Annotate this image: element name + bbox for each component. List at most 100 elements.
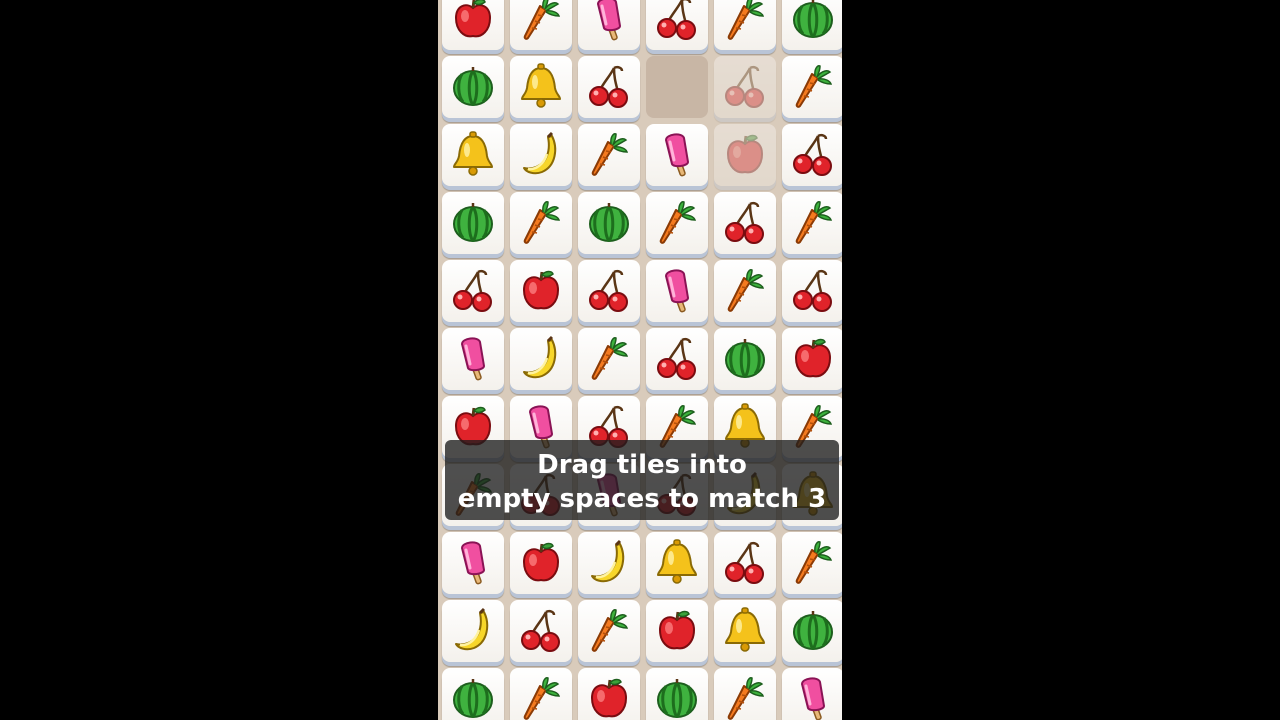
tile-apple[interactable]: [510, 260, 572, 322]
carrot-icon: [788, 198, 838, 248]
tile-carrot[interactable]: [578, 600, 640, 662]
tile-popsicle[interactable]: [578, 0, 640, 50]
cherry-icon: [448, 266, 498, 316]
apple-icon: [720, 130, 770, 180]
cherry-icon: [788, 130, 838, 180]
tile-watermelon[interactable]: [442, 668, 504, 720]
carrot-icon: [584, 606, 634, 656]
cherry-icon: [652, 334, 702, 384]
tile-cherry[interactable]: [782, 124, 842, 186]
tile-carrot[interactable]: [714, 668, 776, 720]
tile-cherry[interactable]: [578, 56, 640, 118]
tile-carrot[interactable]: [510, 0, 572, 50]
tile-popsicle[interactable]: [442, 328, 504, 390]
tile-banana[interactable]: [510, 328, 572, 390]
carrot-icon: [720, 0, 770, 44]
carrot-icon: [516, 0, 566, 44]
carrot-icon: [584, 130, 634, 180]
tile-bell[interactable]: [442, 124, 504, 186]
carrot-icon: [788, 62, 838, 112]
tile-banana[interactable]: [578, 532, 640, 594]
tile-carrot[interactable]: [510, 668, 572, 720]
tile-watermelon[interactable]: [442, 192, 504, 254]
tile-watermelon[interactable]: [782, 0, 842, 50]
tile-banana[interactable]: [442, 600, 504, 662]
watermelon-icon: [720, 334, 770, 384]
apple-icon: [584, 674, 634, 720]
cherry-icon: [720, 62, 770, 112]
watermelon-icon: [652, 674, 702, 720]
popsicle-icon: [788, 674, 838, 720]
bell-icon: [652, 538, 702, 588]
carrot-icon: [516, 198, 566, 248]
tile-cherry[interactable]: [714, 532, 776, 594]
tile-bell[interactable]: [646, 532, 708, 594]
tile-watermelon[interactable]: [442, 56, 504, 118]
popsicle-icon: [584, 0, 634, 44]
empty-tile-slot[interactable]: [646, 56, 708, 118]
watermelon-icon: [448, 62, 498, 112]
tile-cherry[interactable]: [646, 328, 708, 390]
tile-carrot[interactable]: [578, 328, 640, 390]
tile-popsicle[interactable]: [646, 124, 708, 186]
tile-carrot[interactable]: [578, 124, 640, 186]
carrot-icon: [584, 334, 634, 384]
tile-cherry[interactable]: [714, 56, 776, 118]
tile-cherry[interactable]: [578, 260, 640, 322]
watermelon-icon: [584, 198, 634, 248]
carrot-icon: [720, 674, 770, 720]
tile-cherry[interactable]: [646, 0, 708, 50]
tile-popsicle[interactable]: [442, 532, 504, 594]
tile-apple[interactable]: [782, 328, 842, 390]
tile-watermelon[interactable]: [714, 328, 776, 390]
tutorial-caption: Drag tiles into empty spaces to match 3: [445, 440, 839, 520]
popsicle-icon: [448, 334, 498, 384]
cherry-icon: [584, 62, 634, 112]
tile-watermelon[interactable]: [578, 192, 640, 254]
carrot-icon: [516, 674, 566, 720]
apple-icon: [516, 538, 566, 588]
tile-watermelon[interactable]: [782, 600, 842, 662]
tile-cherry[interactable]: [510, 600, 572, 662]
tile-cherry[interactable]: [782, 260, 842, 322]
popsicle-icon: [652, 130, 702, 180]
tile-bell[interactable]: [510, 56, 572, 118]
cherry-icon: [720, 198, 770, 248]
bell-icon: [516, 62, 566, 112]
tile-bell[interactable]: [714, 600, 776, 662]
tile-apple[interactable]: [442, 0, 504, 50]
tile-apple[interactable]: [714, 124, 776, 186]
tile-cherry[interactable]: [714, 192, 776, 254]
tile-cherry[interactable]: [442, 260, 504, 322]
cherry-icon: [788, 266, 838, 316]
tile-apple[interactable]: [578, 668, 640, 720]
tile-carrot[interactable]: [510, 192, 572, 254]
bell-icon: [720, 606, 770, 656]
carrot-icon: [788, 538, 838, 588]
tile-watermelon[interactable]: [646, 668, 708, 720]
banana-icon: [584, 538, 634, 588]
tile-carrot[interactable]: [714, 0, 776, 50]
watermelon-icon: [788, 0, 838, 44]
carrot-icon: [652, 198, 702, 248]
apple-icon: [652, 606, 702, 656]
tile-banana[interactable]: [510, 124, 572, 186]
banana-icon: [448, 606, 498, 656]
bell-icon: [448, 130, 498, 180]
tile-popsicle[interactable]: [782, 668, 842, 720]
tile-apple[interactable]: [510, 532, 572, 594]
tile-carrot[interactable]: [646, 192, 708, 254]
tile-carrot[interactable]: [782, 532, 842, 594]
tile-carrot[interactable]: [782, 192, 842, 254]
tile-popsicle[interactable]: [646, 260, 708, 322]
watermelon-icon: [448, 198, 498, 248]
popsicle-icon: [448, 538, 498, 588]
tile-apple[interactable]: [646, 600, 708, 662]
tile-carrot[interactable]: [782, 56, 842, 118]
watermelon-icon: [788, 606, 838, 656]
tile-carrot[interactable]: [714, 260, 776, 322]
apple-icon: [788, 334, 838, 384]
cherry-icon: [516, 606, 566, 656]
game-screen: [438, 0, 842, 720]
cherry-icon: [652, 0, 702, 44]
